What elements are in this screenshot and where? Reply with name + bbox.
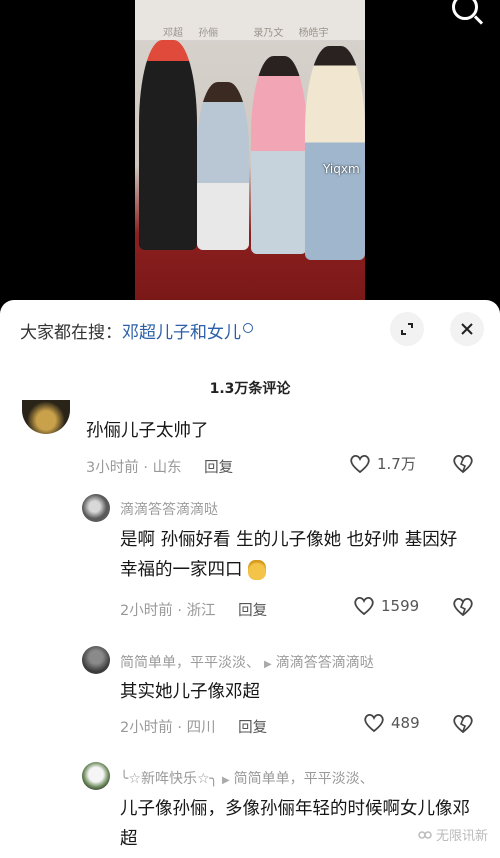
reply-button[interactable]: 回复 xyxy=(238,720,267,736)
like-count: 1599 xyxy=(381,597,420,615)
comment-location: 四川 xyxy=(186,720,216,736)
like-count: 1.7万 xyxy=(377,455,416,473)
backdrop-word: 邓超 xyxy=(163,28,183,39)
video-player[interactable]: 邓超 孙俪 录乃文 杨皓宇 Yiqxm xyxy=(0,0,500,310)
backdrop-credit: 杨皓宇 xyxy=(298,28,329,39)
reply-button[interactable]: 回复 xyxy=(204,460,233,476)
comment-time: 2小时前 xyxy=(120,603,173,619)
comment-text: 儿子像孙俪，多像孙俪年轻的时候啊女儿像邓超 xyxy=(120,799,470,849)
close-button[interactable] xyxy=(450,312,484,346)
watermark-logo-icon xyxy=(418,830,432,839)
comment-username: 简简单单，平平淡淡、 ▶ 滴滴答答滴滴哒 xyxy=(120,652,374,672)
like-button[interactable]: 1.7万 xyxy=(349,453,416,474)
comment-meta: 3小时前 · 山东 回复 xyxy=(86,456,233,477)
dislike-icon[interactable] xyxy=(452,714,474,734)
comment-text: 是啊 孙俪好看 生的儿子像她 也好帅 基因好 幸福的一家四口 xyxy=(120,525,480,585)
dislike-icon[interactable] xyxy=(452,454,474,474)
like-button[interactable]: 1599 xyxy=(353,596,419,616)
comment-time: 3小时前 xyxy=(86,460,139,476)
comment-text: 其实她儿子像邓超 xyxy=(120,682,260,702)
comment-username[interactable]: 滴滴答答滴滴哒 xyxy=(120,499,218,519)
search-icon[interactable] xyxy=(452,0,478,20)
person-boy xyxy=(251,56,307,254)
avatar[interactable] xyxy=(82,762,110,790)
person-man xyxy=(139,40,197,250)
video-frame: 邓超 孙俪 录乃文 杨皓宇 Yiqxm xyxy=(135,0,365,300)
reply-target[interactable]: 简简单单，平平淡淡、 xyxy=(234,771,374,787)
comment-text: 孙俪儿子太帅了 xyxy=(86,421,209,441)
reply-arrow-icon: ▶ xyxy=(264,659,272,670)
comment-time: 2小时前 xyxy=(120,720,173,736)
like-count: 489 xyxy=(391,714,420,732)
expand-button[interactable] xyxy=(390,312,424,346)
person-woman xyxy=(305,46,365,260)
comment-username: ╰☆新哖快乐☆╮ ▶ 简简单单，平平淡淡、 xyxy=(120,768,374,788)
meta-separator: · xyxy=(143,460,148,476)
search-prefix: 大家都在搜： xyxy=(20,323,122,343)
reply-arrow-icon: ▶ xyxy=(221,775,230,786)
avatar[interactable] xyxy=(82,646,110,674)
gift-emoji-icon xyxy=(248,560,267,580)
comment-location: 山东 xyxy=(152,460,182,476)
reply-author[interactable]: 简简单单，平平淡淡、 xyxy=(120,655,260,671)
reply-button[interactable]: 回复 xyxy=(238,603,267,619)
backdrop-word: 孙俪 xyxy=(198,28,219,39)
event-backdrop: 邓超 孙俪 录乃文 杨皓宇 xyxy=(135,0,365,40)
reply-author[interactable]: ╰☆新哖快乐☆╮ xyxy=(120,771,218,787)
search-icon xyxy=(243,323,253,333)
meta-separator: · xyxy=(177,603,182,619)
comment-count: 1.3万条评论 xyxy=(209,381,291,397)
heart-icon xyxy=(350,454,370,473)
bottom-watermark: 无限讯新 xyxy=(418,825,488,844)
avatar[interactable] xyxy=(22,400,70,434)
expand-icon xyxy=(401,323,413,335)
comment-location: 浙江 xyxy=(186,603,216,619)
like-button[interactable]: 489 xyxy=(363,713,420,733)
video-watermark: Yiqxm xyxy=(323,162,360,176)
heart-icon xyxy=(364,713,384,733)
reply-target[interactable]: 滴滴答答滴滴哒 xyxy=(276,655,374,671)
dislike-icon[interactable] xyxy=(452,597,474,617)
comment-meta: 2小时前 · 四川 回复 xyxy=(120,716,267,737)
heart-icon xyxy=(354,596,374,616)
search-query-link[interactable]: 邓超儿子和女儿 xyxy=(122,323,241,343)
backdrop-credit: 录乃文 xyxy=(253,28,284,39)
avatar[interactable] xyxy=(82,494,110,522)
comment-panel: 大家都在搜：邓超儿子和女儿 1.3万条评论 孙俪儿子太帅了 3小时前 · 山东 … xyxy=(0,300,500,858)
comment-text-content: 是啊 孙俪好看 生的儿子像她 也好帅 基因好 幸福的一家四口 xyxy=(120,530,458,580)
close-icon xyxy=(461,323,473,335)
watermark-text: 无限讯新 xyxy=(435,829,488,844)
meta-separator: · xyxy=(177,720,182,736)
comment-meta: 2小时前 · 浙江 回复 xyxy=(120,599,267,620)
person-girl xyxy=(197,82,249,250)
